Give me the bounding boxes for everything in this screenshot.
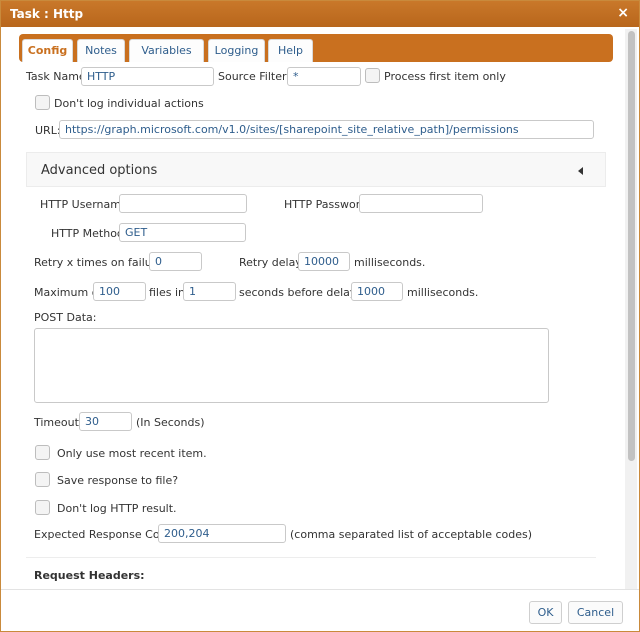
http-password-input[interactable] [359,194,483,213]
tab-variables[interactable]: Variables [129,39,204,62]
collapse-arrow-icon[interactable] [578,167,583,175]
post-data-label: POST Data: [34,311,97,324]
only-recent-checkbox[interactable] [35,445,50,460]
url-label: URL: [35,124,61,137]
delay-unit: milliseconds. [407,286,479,299]
advanced-options-header[interactable]: Advanced options [26,152,606,187]
scrollbar-thumb[interactable] [628,31,635,461]
source-filter-input[interactable]: * [287,67,361,86]
save-response-checkbox[interactable] [35,472,50,487]
http-method-select[interactable]: GET [119,223,246,242]
timeout-label: Timeout: [34,416,83,429]
tab-bar: Config Notes Variables Logging Help [19,34,613,62]
advanced-options-title: Advanced options [41,163,158,178]
process-first-label: Process first item only [384,70,506,83]
max-files-input[interactable]: 100 [93,282,146,301]
timeout-input[interactable]: 30 [79,412,132,431]
url-input[interactable]: https://graph.microsoft.com/v1.0/sites/[… [59,120,594,139]
retry-delay-unit: milliseconds. [354,256,426,269]
save-response-label: Save response to file? [57,474,179,487]
expected-codes-hint: (comma separated list of acceptable code… [290,528,533,541]
retry-label: Retry x times on failure: [34,256,167,269]
http-password-label: HTTP Password: [284,198,371,211]
task-name-label: Task Name: [26,70,90,83]
dont-log-http-checkbox[interactable] [35,500,50,515]
tab-logging[interactable]: Logging [208,39,265,62]
dont-log-actions-label: Don't log individual actions [54,97,204,110]
retry-delay-label: Retry delay: [239,256,305,269]
only-recent-label: Only use most recent item. [57,447,207,460]
close-icon[interactable]: × [617,5,629,21]
tab-help[interactable]: Help [268,39,313,62]
request-headers-label: Request Headers: [34,569,145,582]
delay-input[interactable]: 1000 [351,282,403,301]
source-filter-label: Source Filter : [218,70,294,83]
post-data-textarea[interactable] [34,328,549,403]
seconds-input[interactable]: 1 [183,282,236,301]
retry-delay-input[interactable]: 10000 [298,252,350,271]
dont-log-http-label: Don't log HTTP result. [57,502,177,515]
http-method-label: HTTP Method: [51,227,128,240]
retry-input[interactable]: 0 [149,252,202,271]
dialog-titlebar: Task : Http × [1,1,639,27]
expected-codes-input[interactable]: 200,204 [158,524,286,543]
http-username-label: HTTP Username: [40,198,132,211]
dialog-title: Task : Http [10,7,84,21]
http-task-dialog: Task : Http × Config Notes Variables Log… [0,0,640,632]
http-username-input[interactable] [119,194,247,213]
ok-button[interactable]: OK [529,601,562,624]
cancel-button[interactable]: Cancel [568,601,623,624]
process-first-checkbox[interactable] [365,68,380,83]
task-name-input[interactable]: HTTP [81,67,214,86]
timeout-unit: (In Seconds) [136,416,205,429]
section-divider [26,557,596,558]
files-in-label: files in [149,286,186,299]
tab-notes[interactable]: Notes [77,39,125,62]
dont-log-actions-checkbox[interactable] [35,95,50,110]
tab-config[interactable]: Config [22,39,73,62]
